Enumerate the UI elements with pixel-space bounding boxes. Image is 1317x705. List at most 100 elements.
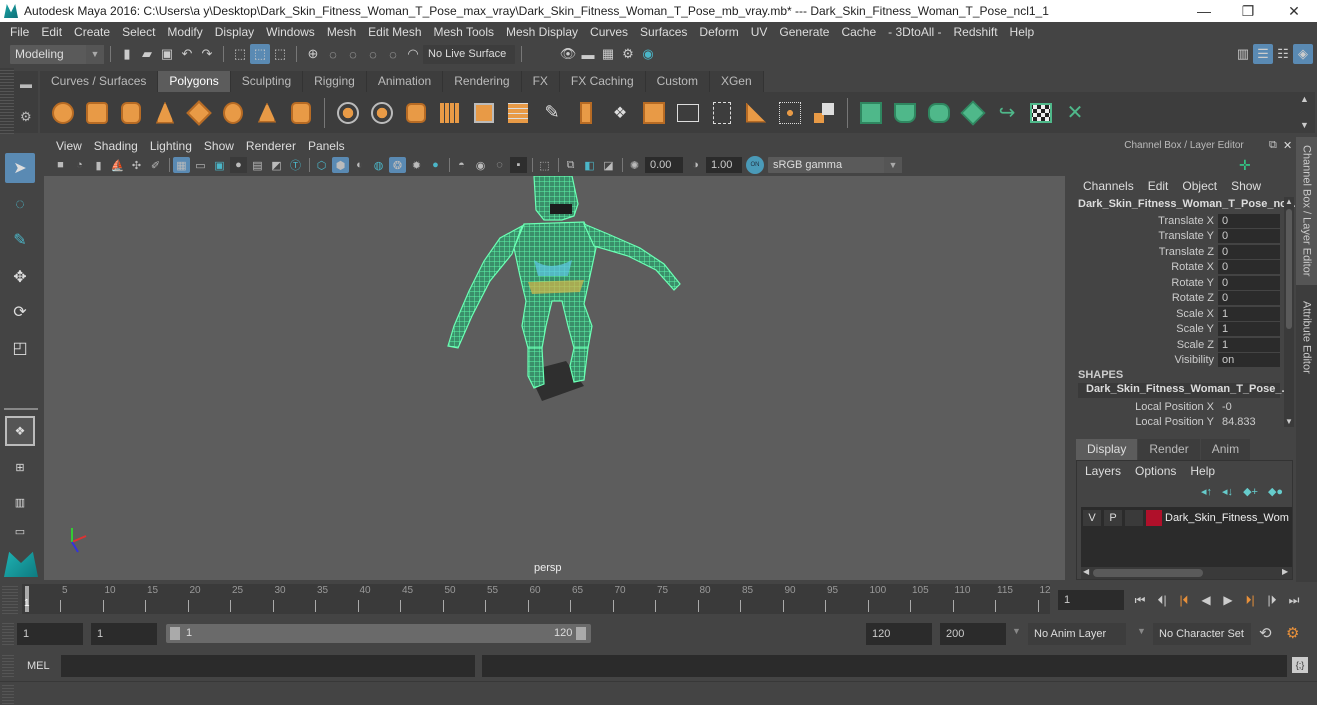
snap-point-icon[interactable]: ◌ [343, 44, 363, 64]
menu-edit[interactable]: Edit [35, 25, 68, 39]
xray-icon[interactable]: ◍ [370, 157, 387, 173]
shelf-tab-animation[interactable]: Animation [366, 71, 444, 92]
modeling-toolkit-icon[interactable]: ▥ [1233, 44, 1253, 64]
selected-object-name[interactable]: Dark_Skin_Fitness_Woman_T_Pose_nc... [1078, 198, 1295, 210]
use-all-lights-icon[interactable]: ✹ [408, 157, 425, 173]
playback-start-field[interactable]: 1 [91, 623, 157, 645]
xray-joints-icon[interactable]: ⧉ [562, 157, 579, 173]
camera-attributes-icon[interactable]: ◔ [71, 157, 88, 173]
maximize-button[interactable]: ❐ [1225, 0, 1271, 22]
menu-set-dropdown[interactable]: Modeling ▼ [10, 44, 104, 64]
scroll-down-icon[interactable]: ▼ [1300, 120, 1309, 130]
step-back-key-icon[interactable]: |⏴ [1174, 590, 1194, 610]
offset-edge-loop-icon[interactable] [708, 99, 736, 127]
remesh-icon[interactable] [504, 99, 532, 127]
shadows-icon[interactable]: ● [427, 157, 444, 173]
channel-value[interactable]: 0 [1218, 213, 1280, 228]
scrollbar-thumb[interactable] [1286, 209, 1292, 329]
panel-menu-view[interactable]: View [50, 139, 88, 157]
play-backwards-icon[interactable]: ◀ [1196, 590, 1216, 610]
layer-tab-render[interactable]: Render [1138, 439, 1200, 460]
select-hierarchy-icon[interactable]: ⬚ [230, 44, 250, 64]
select-tool-icon[interactable]: ➤ [5, 153, 35, 183]
layer-row[interactable]: V P Dark_Skin_Fitness_Wom [1083, 509, 1289, 527]
snap-view-plane-icon[interactable]: ◌ [363, 44, 383, 64]
multisample-aa-icon[interactable]: ◌ [491, 157, 508, 173]
automatic-uv-icon[interactable] [959, 99, 987, 127]
layer-visibility-toggle[interactable]: V [1083, 510, 1101, 526]
fill-hole-icon[interactable] [810, 99, 838, 127]
render-settings-icon[interactable]: ⚙ [618, 44, 638, 64]
attribute-editor-toggle-icon[interactable]: ☰ [1253, 44, 1273, 64]
menu-display[interactable]: Display [209, 25, 260, 39]
channel-value[interactable]: 1 [1218, 321, 1280, 336]
shelf-tab-custom[interactable]: Custom [645, 71, 710, 92]
range-grip[interactable] [2, 623, 14, 645]
channel-row[interactable]: Translate Z 0 [1073, 244, 1285, 259]
menu-mesh-tools[interactable]: Mesh Tools [428, 25, 500, 39]
ipr-render-icon[interactable]: ▦ [598, 44, 618, 64]
move-tool-icon[interactable]: ✥ [5, 262, 35, 292]
motion-blur-icon[interactable]: ◉ [472, 157, 489, 173]
rotate-tool-icon[interactable]: ⟳ [5, 297, 35, 327]
make-live-icon[interactable]: ◠ [403, 44, 423, 64]
channel-row[interactable]: Rotate Z 0 [1073, 290, 1285, 305]
combine-icon[interactable] [334, 99, 362, 127]
scroll-up-icon[interactable]: ▲ [1300, 94, 1309, 104]
range-end-handle[interactable] [576, 627, 586, 640]
menu-edit-mesh[interactable]: Edit Mesh [362, 25, 427, 39]
channel-row[interactable]: Scale Z 1 [1073, 337, 1285, 352]
grease-pencil-icon[interactable]: ✐ [147, 157, 164, 173]
close-panel-icon[interactable]: ✕ [1283, 139, 1292, 152]
animation-start-field[interactable]: 1 [17, 623, 83, 645]
bookmark-icon[interactable]: ▮ [90, 157, 107, 173]
close-button[interactable]: ✕ [1271, 0, 1317, 22]
channel-box-scrollbar[interactable]: ▲ ▼ [1284, 197, 1294, 427]
menu-modify[interactable]: Modify [161, 25, 208, 39]
layer-name[interactable]: Dark_Skin_Fitness_Wom [1165, 512, 1289, 524]
scroll-down-icon[interactable]: ▼ [1285, 417, 1293, 426]
layer-horizontal-scrollbar[interactable]: ◀ ▶ [1081, 567, 1292, 579]
shelf-scroll[interactable]: ▲ ▼ [1295, 92, 1315, 133]
minimize-button[interactable]: — [1181, 0, 1227, 22]
persp-outliner-layout-icon[interactable]: ▥ [5, 487, 35, 517]
poly-sphere-icon[interactable] [49, 99, 77, 127]
unfold-uv-icon[interactable]: ✕ [1061, 99, 1089, 127]
anim-layer-chevron-icon[interactable]: ▼ [1012, 626, 1021, 636]
maya-home-logo-icon[interactable] [4, 551, 38, 577]
animation-preferences-icon[interactable]: ⚙ [1286, 624, 1299, 642]
channel-value[interactable]: 1 [1218, 337, 1280, 352]
panel-menu-shading[interactable]: Shading [88, 139, 144, 157]
channel-row[interactable]: Translate Y 0 [1073, 228, 1285, 243]
playback-end-field[interactable]: 120 [866, 623, 932, 645]
cb-menu-show[interactable]: Show [1231, 179, 1275, 193]
poly-torus-icon[interactable] [219, 99, 247, 127]
command-line-grip[interactable] [2, 655, 14, 677]
script-editor-icon[interactable]: {;} [1292, 657, 1308, 673]
channel-row[interactable]: Rotate X 0 [1073, 259, 1285, 274]
backface-culling-icon[interactable]: ◪ [600, 157, 617, 173]
shelf-tab-sculpting[interactable]: Sculpting [230, 71, 304, 92]
view-transform-dropdown[interactable]: sRGB gamma ▼ [768, 157, 902, 173]
menu-file[interactable]: File [4, 25, 35, 39]
wireframe-icon[interactable]: ⬡ [313, 157, 330, 173]
shelf-tab-polygons[interactable]: Polygons [158, 71, 231, 92]
insert-edge-loop-icon[interactable] [674, 99, 702, 127]
open-scene-icon[interactable]: ▰ [137, 44, 157, 64]
menu-create[interactable]: Create [68, 25, 116, 39]
new-layer-selected-icon[interactable]: ◆● [1268, 485, 1283, 498]
select-component-icon[interactable]: ⬚ [270, 44, 290, 64]
panel-menu-panels[interactable]: Panels [302, 139, 351, 157]
2d-pan-zoom-icon[interactable]: ✣ [128, 157, 145, 173]
character-set-dropdown[interactable]: No Character Set [1153, 623, 1251, 645]
exposure-field[interactable]: 0.00 [645, 157, 683, 173]
scrollbar-thumb[interactable] [1093, 569, 1203, 577]
channel-row[interactable]: Visibility on [1073, 352, 1285, 367]
exposure-icon[interactable]: ✺ [626, 157, 643, 173]
shelf-tab-xgen[interactable]: XGen [709, 71, 764, 92]
film-gate-icon[interactable]: ▭ [192, 157, 209, 173]
menu-surfaces[interactable]: Surfaces [634, 25, 693, 39]
snap-curve-icon[interactable]: ◌ [323, 44, 343, 64]
shelf-grip[interactable] [0, 68, 14, 134]
play-forwards-icon[interactable]: ▶ [1218, 590, 1238, 610]
